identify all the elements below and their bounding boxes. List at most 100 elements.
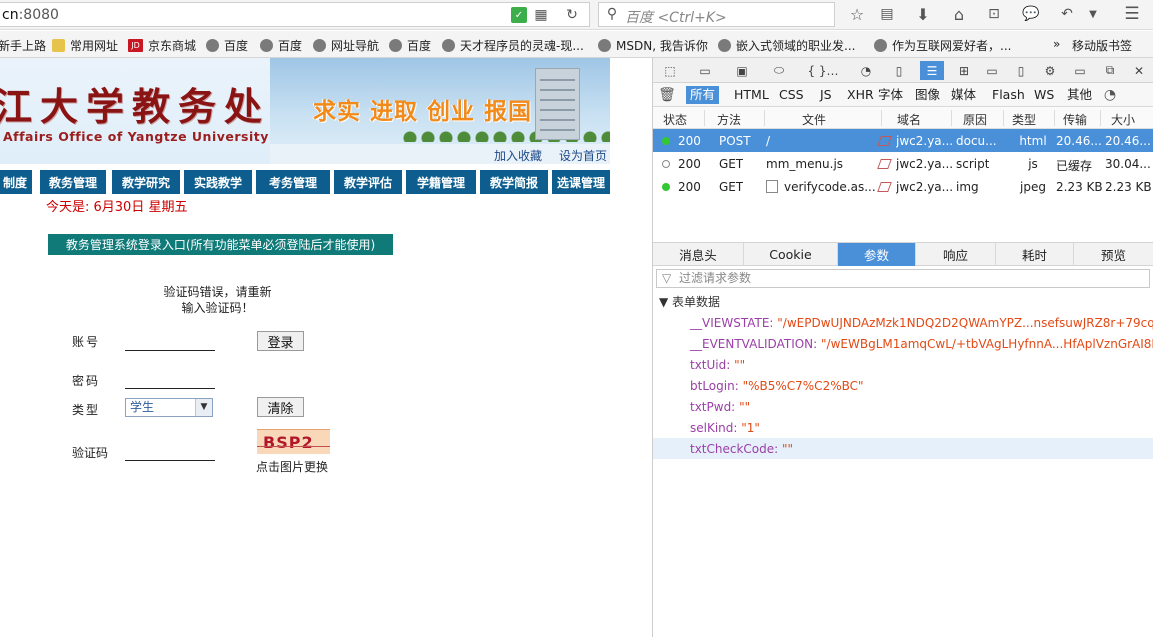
reading-list-icon[interactable]: ▤ <box>878 5 896 23</box>
column-separator[interactable] <box>1054 110 1055 126</box>
nav-item[interactable]: 教学研究 <box>110 170 180 194</box>
url-text[interactable]: cn:8080 <box>2 7 59 23</box>
column-header[interactable]: 传输 <box>1063 111 1087 128</box>
captcha-image[interactable]: BSP2 <box>257 429 330 454</box>
home-icon[interactable]: ⌂ <box>950 5 968 24</box>
chevron-down-icon[interactable]: ▼ <box>1086 5 1100 23</box>
column-header[interactable]: 状态 <box>663 111 687 128</box>
network-icon[interactable]: ☰ <box>920 61 944 80</box>
storage-icon[interactable]: ⊞ <box>952 61 976 80</box>
filter-1[interactable]: HTML <box>730 86 773 104</box>
memory-icon[interactable]: ▯ <box>887 61 911 80</box>
filter-2[interactable]: CSS <box>775 86 808 104</box>
column-header[interactable]: 类型 <box>1012 111 1036 128</box>
style-editor-icon[interactable]: { }… <box>803 61 843 80</box>
undo-icon[interactable]: ↶ <box>1058 5 1076 23</box>
bookmarks-overflow-icon[interactable]: » <box>1053 37 1060 51</box>
chevron-down-icon[interactable]: ▼ <box>195 399 212 416</box>
column-header[interactable]: 文件 <box>802 111 826 128</box>
nav-item[interactable]: 考务管理 <box>254 170 330 194</box>
filter-5[interactable]: 字体 <box>874 86 907 104</box>
filter-10[interactable]: 其他 <box>1063 86 1096 104</box>
filter-4[interactable]: XHR <box>843 86 878 104</box>
menu-icon[interactable]: ☰ <box>1122 4 1142 24</box>
detail-tab[interactable]: Cookie <box>744 243 838 266</box>
bookmark-item[interactable]: 新手上路 <box>0 37 46 54</box>
request-row[interactable]: 200 GET verifycode.as... jwc2.ya... img jpeg 2… <box>653 175 1153 198</box>
performance-icon[interactable]: ◔ <box>854 61 878 80</box>
nav-item[interactable]: 教务管理 <box>38 170 106 194</box>
clear-button[interactable]: 清除 <box>257 397 304 417</box>
crop-icon[interactable]: ⊡ <box>985 5 1003 23</box>
form-param-row[interactable]: __EVENTVALIDATION: "/wEWBgLM1amqCwL/+tbV… <box>653 333 1153 354</box>
nav-item[interactable]: 教学简报 <box>478 170 548 194</box>
account-input[interactable] <box>125 350 215 351</box>
column-header[interactable]: 原因 <box>963 111 987 128</box>
bookmark-item[interactable]: JD 京东商城 <box>128 37 196 54</box>
console-icon[interactable]: ▣ <box>730 61 754 80</box>
detail-tab[interactable]: 预览 <box>1074 243 1153 266</box>
nav-item[interactable]: 制度 <box>0 170 32 194</box>
address-bar[interactable]: cn:8080 ✓ ▦ <box>0 2 590 27</box>
reload-icon[interactable]: ↻ <box>563 6 581 24</box>
detail-tab[interactable]: 消息头 <box>653 243 744 266</box>
captcha-input[interactable] <box>125 460 215 461</box>
dock-icon[interactable]: ▭ <box>1068 61 1092 80</box>
frame-icon[interactable]: ▭ <box>980 61 1004 80</box>
bookmark-item[interactable]: 作为互联网爱好者，... <box>874 37 1011 54</box>
login-button[interactable]: 登录 <box>257 331 304 351</box>
column-separator[interactable] <box>704 110 705 126</box>
form-param-row[interactable]: selKind: "1" <box>653 417 1153 438</box>
bookmark-item[interactable]: 天才程序员的灵魂-现... <box>442 37 584 54</box>
bookmark-item[interactable]: 百度 <box>206 37 248 54</box>
detail-tab[interactable]: 耗时 <box>996 243 1074 266</box>
timer-icon[interactable]: ◔ <box>1101 87 1119 103</box>
popout-icon[interactable]: ⧉ <box>1098 61 1122 80</box>
inspector-icon[interactable]: ▭ <box>693 61 717 80</box>
form-param-row[interactable]: __VIEWSTATE: "/wEPDwUJNDAzMzk1NDQ2D2QWAm… <box>653 312 1153 333</box>
star-icon[interactable]: ☆ <box>848 5 866 24</box>
bookmark-item[interactable]: 百度 <box>260 37 302 54</box>
nav-item[interactable]: 选课管理 <box>550 170 610 194</box>
qrcode-icon[interactable]: ▦ <box>533 6 549 24</box>
close-icon[interactable]: ✕ <box>1127 61 1151 80</box>
filter-3[interactable]: JS <box>816 86 836 104</box>
filter-8[interactable]: Flash <box>988 86 1029 104</box>
bookmark-item[interactable]: MSDN, 我告诉你 <box>598 37 708 54</box>
detail-tab[interactable]: 参数 <box>838 243 916 266</box>
gear-icon[interactable]: ⚙ <box>1038 61 1062 80</box>
form-param-row[interactable]: txtPwd: "" <box>653 396 1153 417</box>
request-row[interactable]: 200 GET mm_menu.js jwc2.ya... script js 已缓存 30.… <box>653 152 1153 175</box>
column-header[interactable]: 方法 <box>717 111 741 128</box>
responsive-icon[interactable]: ▯ <box>1009 61 1033 80</box>
detail-tab[interactable]: 响应 <box>916 243 996 266</box>
nav-item[interactable]: 学籍管理 <box>404 170 476 194</box>
column-separator[interactable] <box>881 110 882 126</box>
column-header[interactable]: 大小 <box>1111 111 1135 128</box>
param-filter-input[interactable]: ▽ 过滤请求参数 <box>656 269 1150 288</box>
element-picker-icon[interactable]: ⬚ <box>658 61 682 80</box>
chat-icon[interactable]: 💬 <box>1022 5 1040 23</box>
form-param-row[interactable]: txtCheckCode: "" <box>653 438 1153 459</box>
password-input[interactable] <box>125 388 215 389</box>
filter-9[interactable]: WS <box>1030 86 1058 104</box>
request-row[interactable]: 200 POST / jwc2.ya... docu... html 20.46... 20.… <box>653 129 1153 152</box>
mobile-bookmarks[interactable]: 移动版书签 <box>1072 37 1132 54</box>
column-header[interactable]: 域名 <box>897 111 921 128</box>
form-param-row[interactable]: btLogin: "%B5%C7%C2%BC" <box>653 375 1153 396</box>
bookmark-item[interactable]: 嵌入式领域的职业发... <box>718 37 855 54</box>
column-separator[interactable] <box>764 110 765 126</box>
column-separator[interactable] <box>951 110 952 126</box>
bookmark-item[interactable]: 百度 <box>389 37 431 54</box>
form-param-row[interactable]: txtUid: "" <box>653 354 1153 375</box>
column-separator[interactable] <box>1100 110 1101 126</box>
debugger-icon[interactable]: ⬭ <box>767 61 791 80</box>
column-separator[interactable] <box>1003 110 1004 126</box>
nav-item[interactable]: 教学评估 <box>332 170 402 194</box>
bookmark-item[interactable]: 常用网址 <box>52 37 118 54</box>
filter-6[interactable]: 图像 <box>911 86 944 104</box>
form-data-section[interactable]: ▼ 表单数据 <box>659 293 720 310</box>
add-favorite-link[interactable]: 加入收藏 <box>494 147 542 164</box>
type-select[interactable]: 学生 ▼ <box>125 398 213 417</box>
filter-0[interactable]: 所有 <box>686 86 720 104</box>
